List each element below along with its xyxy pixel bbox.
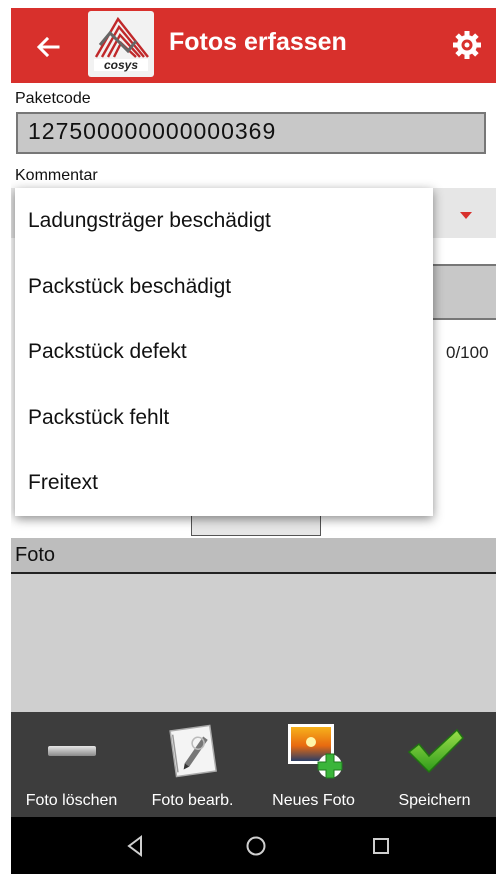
dropdown-option[interactable]: Packstück beschädigt <box>15 254 433 320</box>
foto-label: Foto <box>15 544 56 566</box>
foto-header: Foto <box>11 538 496 574</box>
edit-photo-label: Foto bearb. <box>151 792 234 809</box>
kommentar-dropdown-menu: Ladungsträger beschädigt Packstück besch… <box>15 188 433 516</box>
save-label: Speichern <box>398 792 471 809</box>
back-arrow-icon[interactable] <box>31 30 65 64</box>
gear-icon[interactable] <box>452 30 482 60</box>
logo-wordmark: cosys <box>103 58 139 72</box>
home-circle-icon[interactable] <box>241 831 271 861</box>
bottom-toolbar: Foto löschen Foto bearb. Neues Foto Spei… <box>11 712 496 817</box>
delete-photo-label: Foto löschen <box>25 792 118 809</box>
paketcode-value: 127500000000000369 <box>28 118 277 144</box>
save-button[interactable]: Speichern <box>374 712 495 817</box>
new-photo-label: Neues Foto <box>272 792 355 809</box>
dropdown-option[interactable]: Packstück defekt <box>15 319 433 385</box>
dropdown-caret-icon[interactable] <box>460 212 472 219</box>
delete-photo-button[interactable]: Foto löschen <box>11 712 132 817</box>
paketcode-label: Paketcode <box>15 90 91 107</box>
back-triangle-icon[interactable] <box>121 831 151 861</box>
screen-edge <box>0 0 11 874</box>
dropdown-option[interactable]: Packstück fehlt <box>15 385 433 451</box>
app-bar: cosys Fotos erfassen <box>11 8 496 83</box>
cosys-logo: cosys <box>88 11 154 77</box>
recents-square-icon[interactable] <box>366 831 396 861</box>
paketcode-field[interactable]: 127500000000000369 <box>16 112 486 154</box>
foto-preview-area[interactable] <box>11 574 496 712</box>
new-photo-button[interactable]: Neues Foto <box>253 712 374 817</box>
edit-photo-button[interactable]: Foto bearb. <box>132 712 253 817</box>
minus-icon <box>40 718 104 782</box>
kommentar-label: Kommentar <box>15 167 98 184</box>
page-title: Fotos erfassen <box>169 28 347 56</box>
dropdown-option[interactable]: Ladungsträger beschädigt <box>15 188 433 254</box>
edit-notebook-icon <box>161 718 225 782</box>
system-nav-bar <box>11 817 496 874</box>
add-photo-icon <box>282 718 346 782</box>
dropdown-option[interactable]: Freitext <box>15 450 433 516</box>
app-screen: cosys Fotos erfassen Paketcode 127500000… <box>11 0 496 874</box>
char-counter: 0/100 <box>446 343 489 362</box>
checkmark-icon <box>403 718 467 782</box>
